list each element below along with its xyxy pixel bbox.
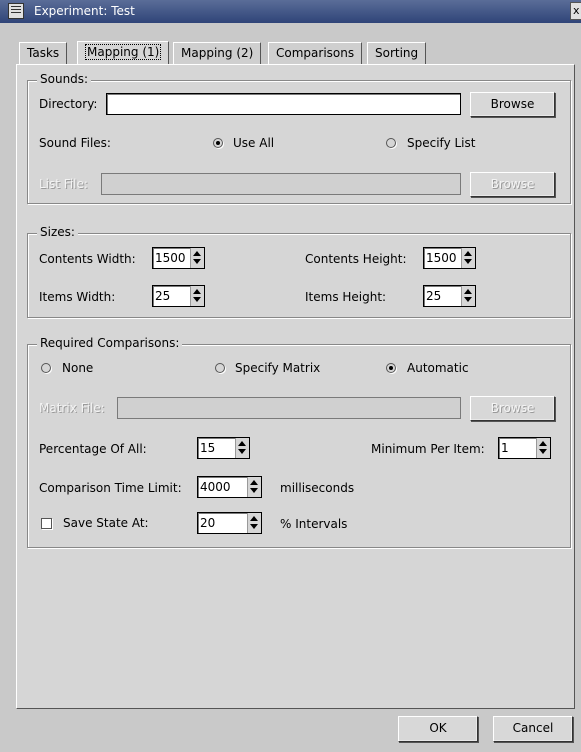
specify-list-label[interactable]: Specify List — [407, 136, 475, 150]
window-menu-icon[interactable] — [8, 3, 24, 19]
sizes-group-title: Sizes: — [37, 225, 78, 239]
list-file-field[interactable] — [101, 173, 461, 195]
ok-button[interactable]: OK — [398, 716, 478, 742]
specify-list-radio[interactable] — [386, 138, 396, 148]
automatic-label[interactable]: Automatic — [407, 361, 469, 375]
window-title: Experiment: Test — [34, 4, 135, 18]
use-all-label[interactable]: Use All — [233, 136, 274, 150]
spinner-arrows-icon[interactable] — [461, 248, 475, 268]
spinner-arrows-icon[interactable] — [247, 513, 261, 533]
specify-matrix-radio[interactable] — [215, 363, 225, 373]
list-file-label: List File: — [39, 177, 88, 191]
tab-comparisons[interactable]: Comparisons — [268, 42, 363, 64]
time-limit-spinner[interactable]: 4000 — [197, 476, 262, 498]
save-state-spinner[interactable]: 20 — [197, 512, 262, 534]
close-icon[interactable]: x — [570, 2, 581, 20]
percentage-label: Percentage Of All: — [39, 442, 147, 456]
directory-field[interactable] — [106, 93, 461, 115]
specify-matrix-label[interactable]: Specify Matrix — [235, 361, 320, 375]
automatic-radio[interactable] — [386, 363, 396, 373]
comparisons-group-title: Required Comparisons: — [37, 336, 183, 350]
directory-label: Directory: — [39, 97, 98, 111]
sounds-group-title: Sounds: — [37, 72, 92, 86]
spinner-arrows-icon[interactable] — [190, 248, 204, 268]
dialog-window: Experiment: Test x Tasks Mapping (1) Map… — [0, 0, 581, 752]
matrix-file-label: Matrix File: — [39, 401, 105, 415]
percentage-spinner[interactable]: 15 — [197, 437, 250, 459]
sound-files-label: Sound Files: — [39, 136, 111, 150]
items-width-spinner[interactable]: 25 — [152, 285, 205, 307]
save-state-checkbox[interactable] — [41, 518, 52, 529]
title-bar[interactable]: Experiment: Test x — [0, 0, 581, 23]
spinner-arrows-icon[interactable] — [190, 286, 204, 306]
matrix-file-browse-button[interactable]: Browse — [470, 396, 555, 421]
list-file-browse-button[interactable]: Browse — [470, 172, 555, 197]
none-label[interactable]: None — [62, 361, 93, 375]
contents-width-spinner[interactable]: 1500 — [152, 247, 205, 269]
none-radio[interactable] — [41, 363, 51, 373]
contents-height-label: Contents Height: — [305, 252, 407, 266]
matrix-file-field[interactable] — [117, 397, 461, 419]
time-limit-unit: milliseconds — [280, 481, 355, 495]
tab-tasks[interactable]: Tasks — [19, 42, 68, 64]
min-per-item-spinner[interactable]: 1 — [498, 437, 551, 459]
spinner-arrows-icon[interactable] — [536, 438, 550, 458]
items-width-label: Items Width: — [39, 290, 116, 304]
min-per-item-label: Minimum Per Item: — [371, 442, 485, 456]
time-limit-label: Comparison Time Limit: — [39, 481, 182, 495]
cancel-button[interactable]: Cancel — [493, 716, 573, 742]
tab-sorting[interactable]: Sorting — [367, 42, 427, 64]
spinner-arrows-icon[interactable] — [235, 438, 249, 458]
use-all-radio[interactable] — [213, 138, 223, 148]
items-height-label: Items Height: — [305, 290, 387, 304]
spinner-arrows-icon[interactable] — [461, 286, 475, 306]
contents-height-spinner[interactable]: 1500 — [423, 247, 476, 269]
contents-width-label: Contents Width: — [39, 252, 136, 266]
directory-browse-button[interactable]: Browse — [470, 92, 555, 117]
tab-mapping-1[interactable]: Mapping (1) — [77, 41, 170, 66]
save-state-label[interactable]: Save State At: — [63, 516, 149, 530]
spinner-arrows-icon[interactable] — [247, 477, 261, 497]
items-height-spinner[interactable]: 25 — [423, 285, 476, 307]
tab-mapping-2[interactable]: Mapping (2) — [173, 42, 262, 64]
save-state-unit: % Intervals — [280, 517, 348, 531]
sizes-group — [27, 233, 571, 318]
